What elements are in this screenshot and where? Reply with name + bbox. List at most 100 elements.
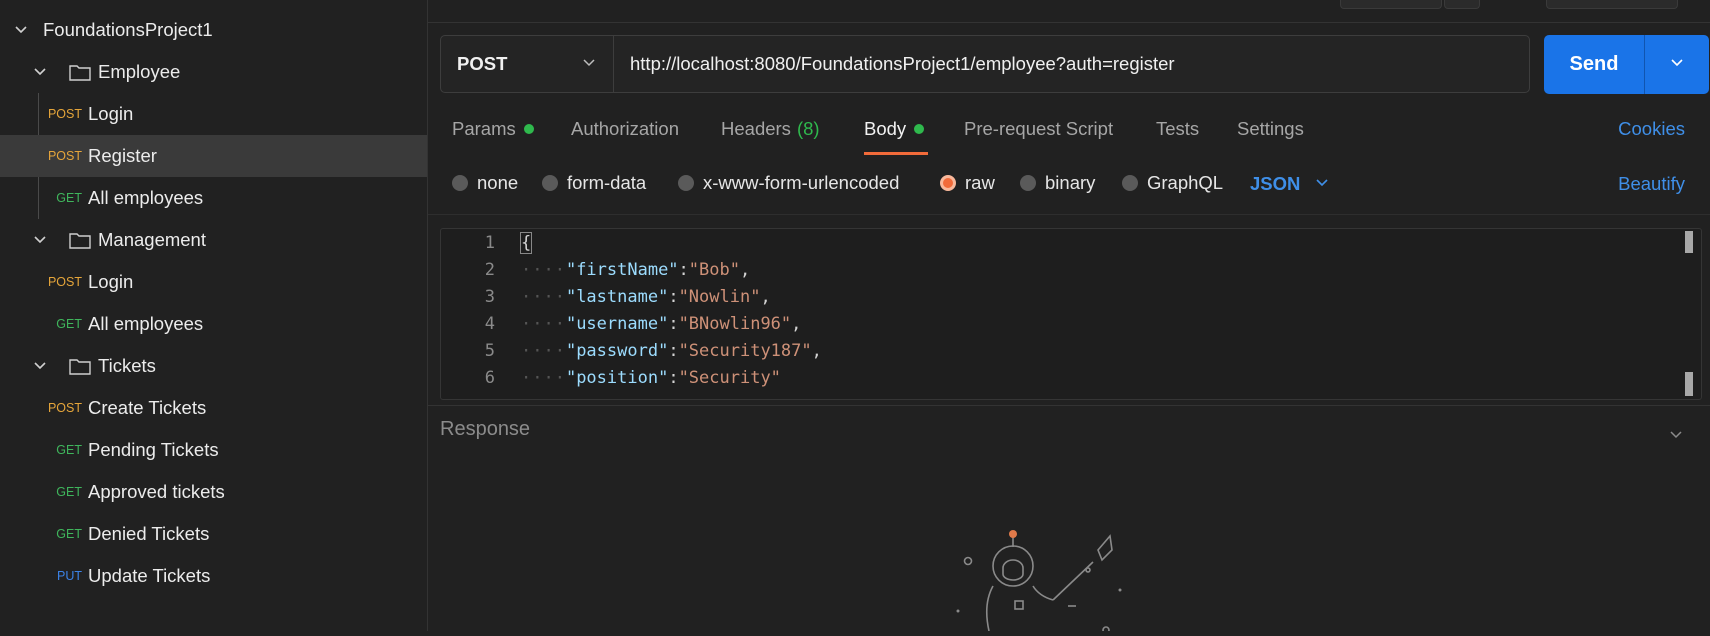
- chevron-down-icon[interactable]: [32, 232, 48, 248]
- tab-label: Pre-request Script: [964, 118, 1114, 139]
- method-badge: POST: [47, 107, 82, 121]
- request-item[interactable]: GET Denied Tickets: [0, 513, 427, 555]
- json-key: "password": [565, 340, 669, 361]
- cookies-link[interactable]: Cookies: [1618, 118, 1685, 140]
- method-value: POST: [457, 53, 508, 74]
- json-key: "username": [565, 313, 669, 334]
- radio-none[interactable]: none: [452, 172, 518, 194]
- line-number: 1: [484, 232, 495, 253]
- json-key: "firstName": [565, 259, 679, 280]
- request-item[interactable]: POST Create Tickets: [0, 387, 427, 429]
- code-line: 5 ···· "password": "Security187",: [441, 337, 1671, 364]
- chevron-down-icon[interactable]: [13, 22, 29, 38]
- request-item[interactable]: PUT Update Tickets: [0, 555, 427, 597]
- json-value: "Nowlin": [678, 286, 761, 307]
- radio-form-data[interactable]: form-data: [542, 172, 646, 194]
- method-dropdown[interactable]: POST: [441, 36, 614, 92]
- json-value: "BNowlin96": [678, 313, 792, 334]
- method-badge: GET: [56, 317, 82, 331]
- chevron-down-icon[interactable]: [1668, 426, 1684, 447]
- radio-binary[interactable]: binary: [1020, 172, 1095, 194]
- folder-name: Employee: [98, 61, 181, 82]
- method-badge: PUT: [57, 569, 82, 583]
- tab-tests[interactable]: Tests: [1156, 118, 1199, 140]
- method-badge: POST: [47, 149, 82, 163]
- code-line: 3 ···· "lastname": "Nowlin",: [441, 283, 1671, 310]
- request-item[interactable]: GET Approved tickets: [0, 471, 427, 513]
- json-key: "position": [565, 367, 669, 388]
- tab-body[interactable]: Body: [864, 118, 925, 140]
- code-line: 2 ···· "firstName": "Bob",: [441, 256, 1671, 283]
- folder-icon: [68, 230, 92, 250]
- code-brace: {: [519, 231, 533, 254]
- request-item[interactable]: POST Login: [0, 261, 427, 303]
- tab-authorization[interactable]: Authorization: [571, 118, 679, 140]
- send-button[interactable]: Send: [1544, 35, 1644, 94]
- request-item[interactable]: GET All employees: [0, 303, 427, 345]
- line-number: 3: [484, 286, 495, 307]
- code-line: 1 {: [441, 229, 1671, 256]
- request-item[interactable]: GET Pending Tickets: [0, 429, 427, 471]
- folder-name: Tickets: [98, 355, 156, 376]
- radio-label: none: [477, 172, 519, 193]
- beautify-button[interactable]: Beautify: [1618, 173, 1685, 195]
- radio-raw[interactable]: raw: [940, 172, 995, 194]
- headers-count: (8): [796, 118, 820, 139]
- response-title: Response: [440, 418, 531, 440]
- radio-urlencoded[interactable]: x-www-form-urlencoded: [678, 172, 899, 194]
- body-editor[interactable]: 1 { 2 ···· "firstName": "Bob", 3 ···· "l…: [440, 228, 1702, 400]
- chevron-down-icon: [1314, 173, 1330, 195]
- folder-employee[interactable]: Employee: [0, 51, 427, 93]
- collection-item[interactable]: FoundationsProject1: [0, 9, 427, 51]
- request-name: Approved tickets: [88, 481, 225, 502]
- url-input[interactable]: http://localhost:8080/FoundationsProject…: [614, 36, 1175, 92]
- indent-guide: ····: [521, 286, 566, 307]
- format-dropdown[interactable]: JSON: [1250, 173, 1330, 195]
- json-key: "lastname": [565, 286, 669, 307]
- request-panel: POST http://localhost:8080/FoundationsPr…: [428, 0, 1710, 634]
- editor-scrollbar-top[interactable]: [1685, 231, 1693, 253]
- code-line: 6 ···· "position": "Security": [441, 364, 1671, 391]
- send-options-button[interactable]: [1645, 35, 1709, 94]
- request-name: Login: [88, 103, 134, 124]
- line-number: 5: [484, 340, 495, 361]
- json-value: "Security": [678, 367, 781, 388]
- radio-circle: [678, 175, 694, 191]
- radio-label: binary: [1045, 172, 1096, 193]
- collection-name: FoundationsProject1: [43, 19, 213, 40]
- radio-circle-selected: [940, 175, 956, 191]
- body-type-options: none form-data x-www-form-urlencoded raw…: [428, 158, 1710, 215]
- chevron-down-icon: [581, 53, 597, 75]
- method-badge: POST: [47, 401, 82, 415]
- tab-label: Body: [864, 118, 907, 139]
- request-item-selected[interactable]: POST Register: [0, 135, 427, 177]
- active-tab-indicator: [864, 152, 928, 155]
- radio-graphql[interactable]: GraphQL: [1122, 172, 1223, 194]
- editor-scrollbar-bottom[interactable]: [1685, 372, 1693, 396]
- tab-label: Headers: [721, 118, 791, 139]
- tab-label: Settings: [1237, 118, 1304, 139]
- astronaut-illustration: [948, 520, 1148, 636]
- folder-icon: [68, 356, 92, 376]
- request-name: Pending Tickets: [88, 439, 219, 460]
- tab-settings[interactable]: Settings: [1237, 118, 1304, 140]
- tab-prerequest-script[interactable]: Pre-request Script: [964, 118, 1113, 140]
- toolbar-segment[interactable]: [1444, 0, 1480, 9]
- response-panel: Response: [428, 405, 1710, 456]
- send-button-group: Send: [1544, 35, 1709, 94]
- folder-tickets[interactable]: Tickets: [0, 345, 427, 387]
- tab-params[interactable]: Params: [452, 118, 534, 140]
- toolbar-toggle[interactable]: [1546, 0, 1678, 9]
- indent-guide: ····: [521, 367, 566, 388]
- request-name: Update Tickets: [88, 565, 211, 586]
- toolbar-segment[interactable]: [1340, 0, 1442, 9]
- request-item[interactable]: POST Login: [0, 93, 427, 135]
- method-badge: GET: [56, 485, 82, 499]
- folder-management[interactable]: Management: [0, 219, 427, 261]
- request-item[interactable]: GET All employees: [0, 177, 427, 219]
- line-number: 6: [484, 367, 495, 388]
- chevron-down-icon[interactable]: [32, 358, 48, 374]
- tab-headers[interactable]: Headers (8): [721, 118, 820, 140]
- top-toolbar-strip: [428, 0, 1710, 23]
- chevron-down-icon[interactable]: [32, 64, 48, 80]
